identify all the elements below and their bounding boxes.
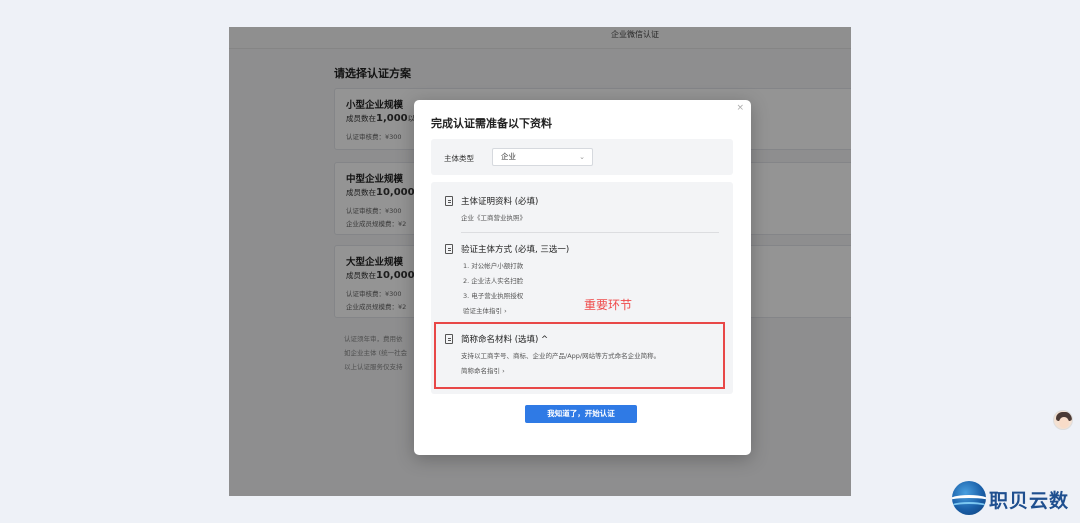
chevron-down-icon: ⌄ — [579, 153, 585, 161]
method-item: 1. 对公帐户小额打款 — [463, 262, 524, 270]
annotation-highlight-box — [434, 322, 725, 389]
globe-logo-icon — [952, 481, 986, 515]
annotation-label: 重要环节 — [584, 298, 633, 312]
divider — [461, 232, 719, 233]
requirements-modal: × 完成认证需准备以下资料 主体类型 企业 ⌄ 主体证明资料 (必填) 企业《工… — [414, 100, 751, 455]
modal-title: 完成认证需准备以下资料 — [431, 117, 552, 130]
method-item: 2. 企业法人实名扫脸 — [463, 277, 524, 285]
confirm-start-button[interactable]: 我知道了，开始认证 — [525, 405, 637, 423]
section-description: 企业《工商营业执照》 — [461, 214, 526, 222]
section-title: 主体证明资料 (必填) — [445, 195, 538, 207]
entity-type-value: 企业 — [501, 152, 516, 161]
assistant-avatar-icon[interactable] — [1053, 410, 1073, 430]
brand-text: 职贝云数 — [989, 490, 1070, 512]
section-verify-method: 验证主体方式 (必填, 三选一) 1. 对公帐户小额打款 2. 企业法人实名扫脸… — [445, 243, 569, 315]
section-title: 验证主体方式 (必填, 三选一) — [445, 243, 569, 255]
entity-type-select[interactable]: 企业 ⌄ — [492, 148, 593, 166]
brand-watermark: 职贝云数 — [952, 481, 1077, 517]
document-icon — [445, 244, 453, 254]
close-icon[interactable]: × — [736, 103, 744, 113]
entity-type-label: 主体类型 — [444, 154, 474, 163]
document-icon — [445, 196, 453, 206]
section-entity-proof: 主体证明资料 (必填) 企业《工商营业执照》 — [445, 195, 538, 222]
entity-type-row: 主体类型 企业 ⌄ — [431, 139, 733, 175]
method-item: 3. 电子营业执照授权 — [463, 292, 524, 300]
verify-guide-link[interactable]: 验证主体指引 › — [445, 305, 569, 315]
